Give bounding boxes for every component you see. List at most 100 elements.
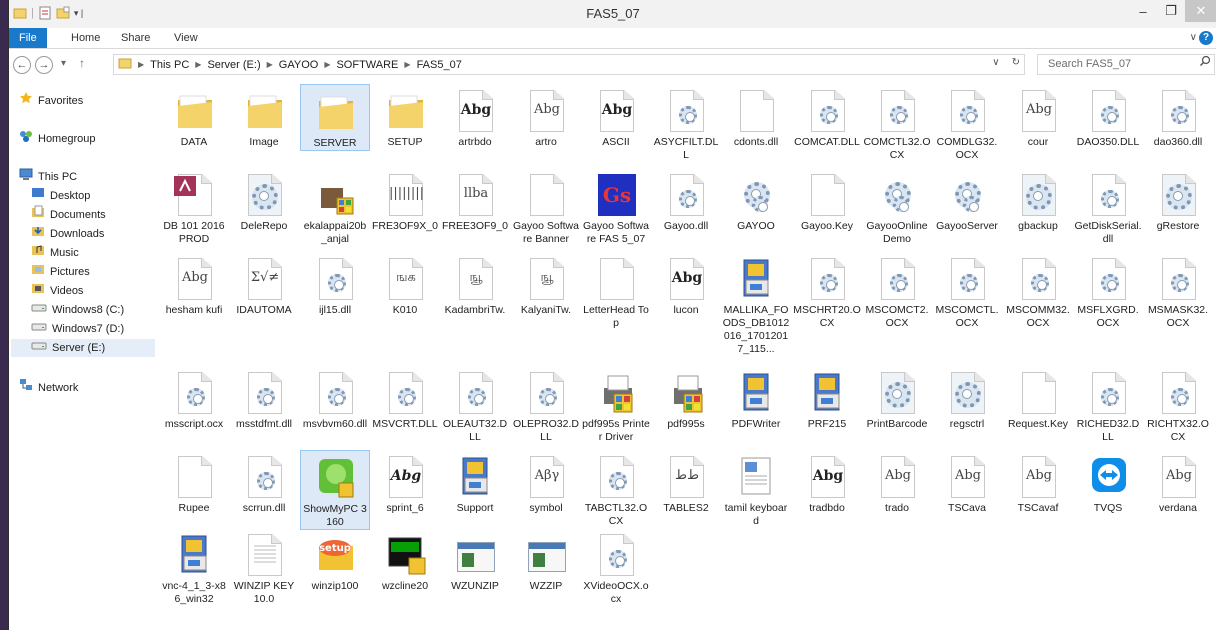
- file-item[interactable]: COMDLG32.OCX: [932, 84, 1002, 162]
- file-item[interactable]: GetDiskSerial.dll: [1073, 168, 1143, 246]
- nav-item-pictures[interactable]: Pictures: [31, 263, 90, 281]
- file-item[interactable]: DB 101 2016 PROD: [159, 168, 229, 246]
- file-item[interactable]: ekalappai20b_anjal: [300, 168, 370, 246]
- file-item[interactable]: GAYOO: [721, 168, 791, 233]
- file-item[interactable]: WINZIP KEY 10.0: [229, 528, 299, 606]
- recent-locations-icon[interactable]: ▾: [61, 58, 66, 69]
- address-bar[interactable]: ▶ This PC ▶ Server (E:) ▶ GAYOO ▶ SOFTWA…: [113, 54, 1025, 75]
- file-item[interactable]: Abg cour: [1003, 84, 1073, 149]
- file-item[interactable]: TABCTL32.OCX: [581, 450, 651, 528]
- ribbon-expand-button[interactable]: ∨: [1190, 32, 1197, 43]
- search-icon[interactable]: [1199, 55, 1211, 70]
- breadcrumb-this-pc[interactable]: This PC: [150, 59, 189, 71]
- file-item[interactable]: ﻁﻁ TABLES2: [651, 450, 721, 515]
- address-dropdown-icon[interactable]: ∨: [992, 57, 999, 68]
- file-item[interactable]: msstdfmt.dll: [229, 366, 299, 431]
- file-item[interactable]: Abg hesham kufi: [159, 252, 229, 317]
- file-item[interactable]: MSVCRT.DLL: [370, 366, 440, 431]
- file-item[interactable]: DAO350.DLL: [1073, 84, 1143, 149]
- nav-item-music[interactable]: Music: [31, 244, 79, 262]
- tab-share[interactable]: Share: [113, 30, 158, 47]
- file-item[interactable]: Abg artrbdo: [440, 84, 510, 149]
- file-item[interactable]: Abg artro: [511, 84, 581, 149]
- maximize-button[interactable]: ❐: [1157, 0, 1185, 22]
- breadcrumb-software[interactable]: SOFTWARE: [336, 59, 398, 71]
- file-item[interactable]: MSCOMCT2.OCX: [862, 252, 932, 330]
- file-item[interactable]: Gayoo.dll: [651, 168, 721, 233]
- file-item[interactable]: Σ√≠ IDAUTOMA: [229, 252, 299, 317]
- file-item[interactable]: pdf995s: [651, 366, 721, 431]
- file-item[interactable]: Gayoo.Key: [792, 168, 862, 233]
- file-item[interactable]: pdf995s Printer Driver: [581, 366, 651, 444]
- file-item[interactable]: regsctrl: [932, 366, 1002, 431]
- file-item[interactable]: COMCTL32.OCX: [862, 84, 932, 162]
- file-item[interactable]: Abg lucon: [651, 252, 721, 317]
- back-button[interactable]: ←: [13, 56, 31, 74]
- nav-item-homegroup[interactable]: Homegroup: [19, 130, 95, 148]
- file-item[interactable]: Abg tradbdo: [792, 450, 862, 515]
- file-item[interactable]: llba FREE3OF9_0: [440, 168, 510, 233]
- file-item[interactable]: ijl15.dll: [300, 252, 370, 317]
- file-item[interactable]: SERVER: [300, 84, 370, 151]
- file-item[interactable]: ASYCFILT.DLL: [651, 84, 721, 162]
- file-item[interactable]: DATA: [159, 84, 229, 149]
- help-icon[interactable]: ?: [1199, 31, 1213, 45]
- file-item[interactable]: Gayoo Software Banner: [511, 168, 581, 246]
- file-item[interactable]: SETUP: [370, 84, 440, 149]
- tab-home[interactable]: Home: [63, 30, 108, 47]
- file-item[interactable]: MSCOMCTL.OCX: [932, 252, 1002, 330]
- file-item[interactable]: scrrun.dll: [229, 450, 299, 515]
- file-item[interactable]: Image: [229, 84, 299, 149]
- nav-item-documents[interactable]: Documents: [31, 205, 106, 224]
- nav-item-videos[interactable]: Videos: [31, 282, 83, 300]
- forward-button[interactable]: →: [35, 56, 53, 74]
- file-item[interactable]: Abg TSCavaf: [1003, 450, 1073, 515]
- file-item[interactable]: PDFWriter: [721, 366, 791, 431]
- file-item[interactable]: |||||||| FRE3OF9X_0: [370, 168, 440, 233]
- file-item[interactable]: MALLIKA_FOODS_DB1012016_17012017_115...: [721, 252, 791, 356]
- file-item[interactable]: Rupee: [159, 450, 229, 515]
- file-item[interactable]: ஙூ KalyaniTw.: [511, 252, 581, 317]
- nav-item-server-e[interactable]: Server (E:): [11, 339, 155, 357]
- minimize-button[interactable]: –: [1129, 0, 1157, 22]
- file-item[interactable]: TVQS: [1073, 450, 1143, 515]
- nav-item-downloads[interactable]: Downloads: [31, 225, 104, 243]
- file-item[interactable]: ஙக K010: [370, 252, 440, 317]
- file-item[interactable]: PrintBarcode: [862, 366, 932, 431]
- file-item[interactable]: Support: [440, 450, 510, 515]
- file-item[interactable]: COMCAT.DLL: [792, 84, 862, 149]
- file-item[interactable]: Αβγ symbol: [511, 450, 581, 515]
- file-item[interactable]: LetterHead Top: [581, 252, 651, 330]
- file-item[interactable]: cdonts.dll: [721, 84, 791, 149]
- file-item[interactable]: msscript.ocx: [159, 366, 229, 431]
- file-item[interactable]: Abg TSCava: [932, 450, 1002, 515]
- breadcrumb-server[interactable]: Server (E:): [207, 59, 260, 71]
- file-item[interactable]: setup winzip100: [300, 528, 370, 593]
- file-item[interactable]: RICHTX32.OCX: [1143, 366, 1213, 444]
- nav-item-desktop[interactable]: Desktop: [31, 187, 90, 205]
- file-item[interactable]: ஙூ KadambriTw.: [440, 252, 510, 317]
- nav-item-favorites[interactable]: Favorites: [19, 92, 83, 110]
- tab-file[interactable]: File: [9, 28, 47, 48]
- close-button[interactable]: ✕: [1185, 0, 1216, 22]
- nav-item-this-pc[interactable]: This PC: [19, 168, 77, 186]
- file-item[interactable]: ShowMyPC 3160: [300, 450, 370, 530]
- breadcrumb-fas5-07[interactable]: FAS5_07: [417, 59, 462, 71]
- file-item[interactable]: MSMASK32.OCX: [1143, 252, 1213, 330]
- tab-view[interactable]: View: [166, 30, 206, 47]
- file-item[interactable]: Abg sprint_6: [370, 450, 440, 515]
- file-item[interactable]: XVideoOCX.ocx: [581, 528, 651, 606]
- file-item[interactable]: Request.Key: [1003, 366, 1073, 431]
- nav-item-network[interactable]: Network: [19, 379, 78, 397]
- file-item[interactable]: RICHED32.DLL: [1073, 366, 1143, 444]
- file-item[interactable]: dao360.dll: [1143, 84, 1213, 149]
- refresh-icon[interactable]: ↻: [1012, 57, 1020, 68]
- file-item[interactable]: msvbvm60.dll: [300, 366, 370, 431]
- breadcrumb-gayoo[interactable]: GAYOO: [279, 59, 319, 71]
- file-item[interactable]: MSFLXGRD.OCX: [1073, 252, 1143, 330]
- nav-item-windows7-d[interactable]: Windows7 (D:): [31, 320, 124, 338]
- file-item[interactable]: DeleRepo: [229, 168, 299, 233]
- file-item[interactable]: OLEPRO32.DLL: [511, 366, 581, 444]
- file-item[interactable]: MSCHRT20.OCX: [792, 252, 862, 330]
- file-item[interactable]: Gs Gayoo Software FAS 5_07: [581, 168, 651, 246]
